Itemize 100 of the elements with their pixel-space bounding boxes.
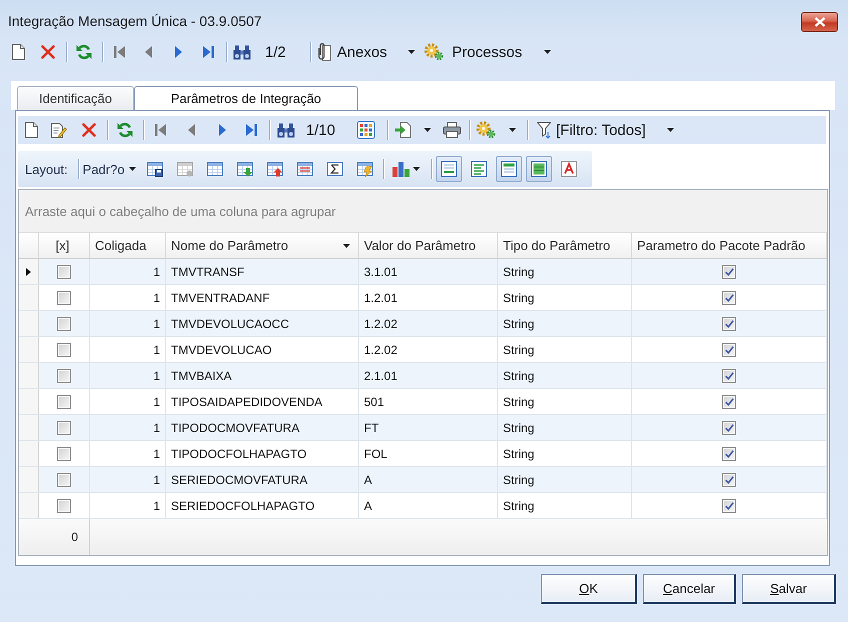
close-button[interactable] — [801, 12, 838, 32]
checkbox[interactable] — [722, 290, 736, 304]
table-lightning-icon[interactable] — [356, 161, 373, 177]
table-cell: 1 — [90, 285, 166, 310]
table-cell: 1 — [90, 493, 166, 518]
binoculars-icon[interactable] — [233, 44, 251, 60]
checkbox[interactable] — [57, 498, 71, 512]
table-cell: String — [498, 311, 632, 336]
binoculars-icon[interactable] — [277, 122, 295, 138]
checkbox[interactable] — [57, 472, 71, 486]
paperclip-icon[interactable] — [317, 43, 331, 61]
column-header[interactable]: Parametro do Pacote Padrão — [632, 233, 827, 258]
table-cell: String — [498, 363, 632, 388]
checkmark-icon — [724, 372, 734, 380]
caret-icon[interactable] — [544, 50, 551, 54]
delete-icon[interactable] — [82, 123, 96, 137]
filter-button[interactable]: [Filtro: Todos] — [537, 118, 646, 142]
checkbox[interactable] — [57, 446, 71, 460]
triangle-right-icon[interactable] — [218, 124, 226, 136]
table-icon[interactable] — [206, 161, 223, 177]
caret-icon[interactable] — [128, 167, 136, 171]
layout-dropdown[interactable]: Padr?o — [82, 157, 136, 181]
checkmark-icon — [724, 346, 734, 354]
checkbox[interactable] — [57, 290, 71, 304]
view-toggle-button[interactable] — [526, 156, 552, 182]
checkbox[interactable] — [722, 446, 736, 460]
table-cell: TMVTRANSF — [166, 259, 359, 284]
skip-end-icon[interactable] — [246, 124, 256, 136]
checkbox[interactable] — [722, 420, 736, 434]
table-cell: String — [498, 259, 632, 284]
dialog-button[interactable]: Cancelar — [643, 574, 736, 604]
table-cell: 501 — [359, 389, 498, 414]
caret-icon[interactable] — [408, 50, 415, 54]
checkbox[interactable] — [57, 420, 71, 434]
document-arrow-icon[interactable] — [395, 122, 411, 138]
view-toggle-button[interactable] — [496, 156, 522, 182]
table-cell: 1.2.02 — [359, 311, 498, 336]
edit-document-icon[interactable] — [51, 122, 67, 138]
column-header[interactable]: [x] — [39, 233, 90, 258]
grid-icon[interactable] — [357, 121, 375, 139]
caret-icon[interactable] — [508, 128, 516, 132]
record-counter: 1/2 — [265, 44, 286, 60]
checkmark-icon — [724, 450, 734, 458]
column-header[interactable]: Nome do Parâmetro — [166, 233, 359, 258]
sum-icon[interactable] — [326, 161, 343, 177]
tab[interactable]: Identificação — [17, 86, 134, 110]
dialog-button[interactable]: OK — [541, 574, 637, 604]
row-header[interactable] — [19, 259, 39, 284]
table-cell: String — [498, 285, 632, 310]
table-icon[interactable] — [500, 161, 517, 177]
close-icon[interactable] — [814, 17, 826, 27]
skip-end-icon[interactable] — [202, 46, 214, 58]
delete-icon[interactable] — [41, 45, 55, 59]
table-cell: 1 — [90, 337, 166, 362]
filter-icon[interactable] — [537, 122, 551, 138]
column-header[interactable]: Tipo do Parâmetro — [498, 233, 632, 258]
record-counter: 1/10 — [306, 122, 336, 138]
checkbox[interactable] — [722, 316, 736, 330]
refresh-icon[interactable] — [76, 44, 92, 60]
checkbox[interactable] — [722, 394, 736, 408]
refresh-icon[interactable] — [117, 122, 133, 138]
checkbox[interactable] — [722, 472, 736, 486]
checkbox[interactable] — [57, 316, 71, 330]
checkbox[interactable] — [722, 368, 736, 382]
checkbox[interactable] — [722, 264, 736, 278]
font-color-icon[interactable] — [560, 161, 577, 177]
table-lines-icon[interactable] — [296, 161, 313, 177]
checkbox[interactable] — [57, 368, 71, 382]
current-row-icon — [26, 268, 31, 276]
table-icon[interactable] — [470, 161, 487, 177]
checkbox[interactable] — [722, 342, 736, 356]
processes-button[interactable]: Processos — [424, 40, 522, 64]
gears-icon[interactable] — [424, 43, 444, 61]
table-cell: 3.1.01 — [359, 259, 498, 284]
checkmark-icon — [724, 268, 734, 276]
checkbox[interactable] — [722, 498, 736, 512]
column-header[interactable]: Coligada — [90, 233, 166, 258]
table-cell: 1.2.01 — [359, 285, 498, 310]
checkbox[interactable] — [57, 342, 71, 356]
caret-icon[interactable] — [412, 167, 420, 171]
table-icon[interactable] — [530, 161, 547, 177]
printer-icon[interactable] — [443, 122, 461, 138]
table-cell: 1 — [90, 415, 166, 440]
caret-icon[interactable] — [424, 128, 430, 132]
new-document-icon[interactable] — [24, 122, 38, 138]
attachments-button[interactable]: Anexos — [317, 40, 388, 64]
dialog-button[interactable]: Salvar — [742, 574, 836, 604]
gears-icon[interactable] — [476, 121, 496, 139]
tab[interactable]: Parâmetros de Integração — [134, 86, 358, 110]
table-cell: String — [498, 415, 632, 440]
table-icon[interactable] — [440, 161, 457, 177]
caret-icon[interactable] — [343, 244, 350, 248]
triangle-right-icon[interactable] — [174, 46, 182, 58]
checkbox[interactable] — [57, 394, 71, 408]
view-toggle-button[interactable] — [436, 156, 462, 182]
new-document-icon[interactable] — [12, 44, 24, 60]
bar-chart-icon[interactable] — [392, 161, 410, 177]
caret-icon[interactable] — [667, 128, 674, 132]
checkbox[interactable] — [57, 264, 71, 278]
column-header[interactable]: Valor do Parâmetro — [359, 233, 498, 258]
